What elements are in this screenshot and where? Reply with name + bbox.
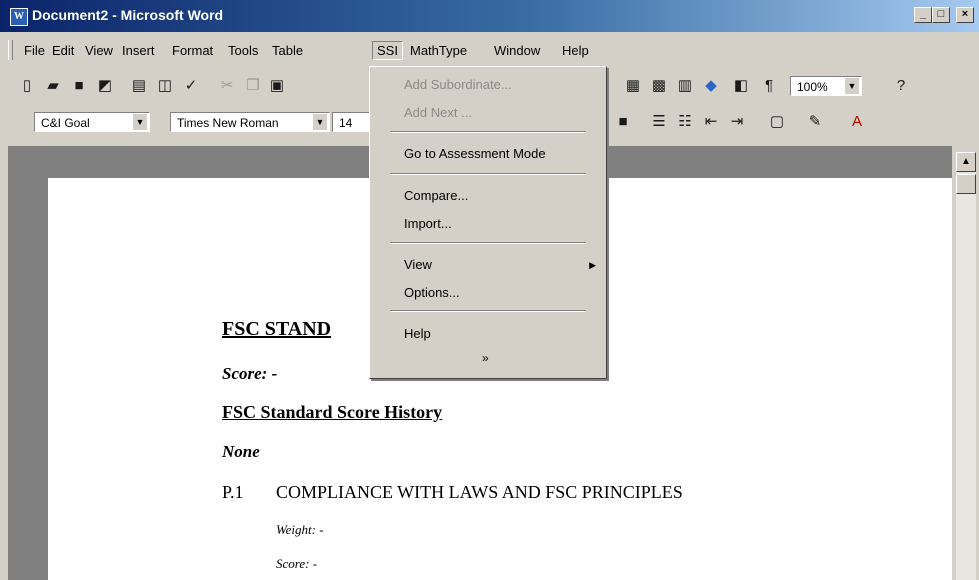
vertical-scrollbar[interactable]: ▲: [956, 152, 976, 580]
justify-icon[interactable]: ■: [612, 111, 634, 133]
permission-icon[interactable]: ◩: [94, 75, 116, 97]
insert-table-icon[interactable]: ▩: [648, 75, 670, 97]
menu-options[interactable]: Options...: [404, 285, 460, 300]
menu-separator: [390, 173, 586, 175]
menu-separator: [390, 242, 586, 244]
font-select[interactable]: Times New Roman ▼: [170, 112, 330, 132]
menubar-grip-handle[interactable]: [8, 40, 13, 60]
menu-insert[interactable]: Insert: [118, 42, 159, 59]
menu-format[interactable]: Format: [168, 42, 217, 59]
menu-ssi[interactable]: SSI: [372, 41, 403, 60]
menu-add-subordinate[interactable]: Add Subordinate...: [404, 77, 512, 92]
close-button[interactable]: ×: [956, 7, 974, 23]
document-heading: FSC STAND: [222, 318, 332, 340]
principle-number: P.1: [222, 482, 244, 502]
ssi-menu-dropdown: Add Subordinate... Add Next ... Go to As…: [369, 66, 607, 379]
menu-file[interactable]: File: [20, 42, 49, 59]
pilcrow-icon[interactable]: ¶: [758, 75, 780, 97]
menu-go-to-assessment-mode[interactable]: Go to Assessment Mode: [404, 146, 546, 161]
borders-icon[interactable]: ▢: [766, 111, 788, 133]
spelling-icon[interactable]: ✓: [180, 75, 202, 97]
font-color-icon[interactable]: A: [846, 111, 868, 133]
print-preview-icon[interactable]: ◫: [154, 75, 176, 97]
score-history-heading: FSC Standard Score History: [222, 402, 443, 422]
scroll-thumb[interactable]: [956, 174, 976, 194]
weight-label: Weight: -: [276, 522, 324, 537]
menu-compare[interactable]: Compare...: [404, 188, 468, 203]
submenu-arrow-icon: ▶: [589, 260, 596, 270]
highlight-icon[interactable]: ✎: [804, 111, 826, 133]
score-label: Score: -: [222, 364, 278, 383]
title-bar: W Document2 - Microsoft Word _ □ ×: [0, 0, 979, 32]
open-folder-icon[interactable]: ▰: [42, 75, 64, 97]
font-value: Times New Roman: [177, 116, 279, 130]
window-title: Document2 - Microsoft Word: [32, 7, 224, 23]
menu-view-submenu[interactable]: View: [404, 257, 432, 272]
menu-help-item[interactable]: Help: [404, 326, 431, 341]
columns-icon[interactable]: ▥: [674, 75, 696, 97]
word-app-icon[interactable]: W: [10, 8, 28, 26]
style-select[interactable]: C&I Goal ▼: [34, 112, 150, 132]
help-icon[interactable]: ?: [890, 75, 912, 97]
scroll-up-icon[interactable]: ▲: [956, 152, 976, 172]
drawing-icon[interactable]: ◆: [700, 75, 722, 97]
menu-edit[interactable]: Edit: [48, 42, 78, 59]
tables-borders-icon[interactable]: ▦: [622, 75, 644, 97]
zoom-value: 100%: [797, 80, 828, 94]
save-icon[interactable]: ■: [68, 75, 90, 97]
cut-icon[interactable]: ✂: [216, 75, 238, 97]
font-size-select[interactable]: 14: [332, 112, 372, 132]
menu-view[interactable]: View: [81, 42, 117, 59]
increase-indent-icon[interactable]: ⇥: [726, 111, 748, 133]
decrease-indent-icon[interactable]: ⇤: [700, 111, 722, 133]
new-document-icon[interactable]: ▯: [16, 75, 38, 97]
menu-separator: [390, 310, 586, 312]
zoom-dropdown-arrow-icon[interactable]: ▼: [845, 78, 859, 94]
style-value: C&I Goal: [41, 116, 90, 130]
zoom-select[interactable]: 100% ▼: [790, 76, 862, 96]
menu-table[interactable]: Table: [268, 42, 307, 59]
paste-icon[interactable]: ▣: [266, 75, 288, 97]
print-icon[interactable]: ▤: [128, 75, 150, 97]
menu-separator: [390, 131, 586, 133]
copy-icon[interactable]: ❐: [242, 75, 264, 97]
font-size-value: 14: [339, 116, 353, 130]
minimize-button[interactable]: _: [914, 7, 932, 23]
principle-title: COMPLIANCE WITH LAWS AND FSC PRINCIPLES: [276, 482, 683, 502]
bullets-icon[interactable]: ☷: [674, 111, 696, 133]
maximize-button[interactable]: □: [932, 7, 950, 23]
numbering-icon[interactable]: ☰: [648, 111, 670, 133]
sub-score-label: Score: -: [276, 556, 318, 571]
menu-add-next[interactable]: Add Next ...: [404, 105, 472, 120]
menu-import[interactable]: Import...: [404, 216, 452, 231]
menu-mathtype[interactable]: MathType: [406, 42, 471, 59]
none-label: None: [222, 442, 260, 461]
font-dropdown-arrow-icon[interactable]: ▼: [313, 114, 327, 130]
style-dropdown-arrow-icon[interactable]: ▼: [133, 114, 147, 130]
document-map-icon[interactable]: ◧: [730, 75, 752, 97]
menu-expand-chevron-icon[interactable]: »: [482, 351, 489, 365]
menu-help[interactable]: Help: [558, 42, 593, 59]
menu-bar: File Edit View Insert Format Tools Table…: [0, 32, 979, 66]
menu-tools[interactable]: Tools: [224, 42, 262, 59]
menu-window[interactable]: Window: [490, 42, 544, 59]
